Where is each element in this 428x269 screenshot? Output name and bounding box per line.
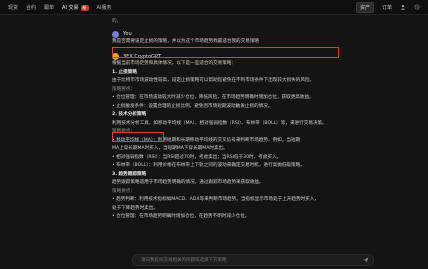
user-message: 我是否需要设定止损的策略，并以为这个市场趋势找最适合我的交易策略 xyxy=(112,38,260,44)
globe-icon[interactable] xyxy=(414,4,420,10)
section-line: 策略要点： xyxy=(112,86,135,92)
user-avatar xyxy=(112,30,119,38)
section-2-title-highlight xyxy=(112,132,164,142)
section-line: • 布林带（BOLL）：利用价格在布林带上下轨之间的波动来确定交易时机，进行高抛… xyxy=(112,163,305,168)
section-title: 1. 止损策略 xyxy=(112,69,137,75)
nav-spot[interactable]: 现货 xyxy=(8,4,18,11)
bot-intro: 根据当前市场走势和具体情况，以下是一些适合的交易策略： xyxy=(112,61,237,66)
user-message-header: You xyxy=(112,30,372,38)
user-message-highlight xyxy=(112,47,339,58)
user-icon[interactable] xyxy=(400,4,406,10)
bot-section-1: 1. 止损策略 由于比特币市场波动性较高，设定止损策略可以帮助您避免在不利市场条… xyxy=(112,69,372,112)
nav-ai-trading[interactable]: AI 交易新 xyxy=(62,4,89,11)
section-line: • 趋势判断：利用技术指标如MACD、ADX等来判断市场趋势。当指标显示市场处于… xyxy=(112,197,319,202)
chat-input[interactable] xyxy=(139,256,343,264)
user-name: You xyxy=(123,31,132,37)
section-line: • 止损触发条件：设置合理的止损比例，避免因市场短期波动触发止损的情况。 xyxy=(112,103,273,109)
section-line: 利用技术分析工具，如移动平均线（MA）、相对强弱指数（RSI）、布林带（BOLL… xyxy=(112,120,327,126)
new-badge: 新 xyxy=(80,4,89,11)
section-line: MA上穿长期MA时买入，当短期MA下穿长期MA时卖出。 xyxy=(112,146,228,151)
section-line: • 仓位管理：在市场趋势明确时增加仓位，在趋势不明时减少仓位。 xyxy=(112,214,250,219)
previous-message-tail: 的。 xyxy=(112,19,122,24)
section-line: 策略要点： xyxy=(112,188,135,194)
section-title: 2. 技术分析策略 xyxy=(112,112,147,117)
section-title: 3. 趋势跟踪策略 xyxy=(112,171,147,177)
nav-futures[interactable]: 合约 xyxy=(26,4,36,11)
nav-copy-trading[interactable]: 跟单 xyxy=(44,4,54,11)
bot-section-3: 3. 趋势跟踪策略 趋势跟踪策略适用于市场趋势明确的情况，通过跟踪市场趋势来获取… xyxy=(112,171,372,222)
chat-input-bar[interactable] xyxy=(132,254,374,266)
send-icon[interactable] xyxy=(363,257,369,263)
sidebar-rail xyxy=(0,15,24,269)
section-line: 由于比特币市场波动性较高，设定止损策略可以帮助您避免在不利市场条件下出现较大损失… xyxy=(112,78,315,83)
top-nav-bar: 现货 合约 跟单 AI 交易新 AI服务 资产 订单 xyxy=(0,0,428,15)
assets-button[interactable]: 资产 xyxy=(355,1,374,13)
orders-link[interactable]: 订单 xyxy=(382,4,392,11)
section-line: 处于下降趋势时卖出。 xyxy=(112,205,158,211)
section-line: • 相对强弱指数（RSI）：当RSI超过70时，考虑卖出；当RSI低于30时，考… xyxy=(112,154,282,160)
nav-ai-trading-label: AI 交易 xyxy=(62,4,79,11)
section-line: • 仓位管理：在市场波动较大时减少仓位，降低风险，在市场趋势明确时增加仓位，获取… xyxy=(112,95,314,100)
topbar-right: 资产 订单 xyxy=(355,1,428,13)
section-line: 趋势跟踪策略适用于市场趋势明确的情况，通过跟踪市场趋势来获取收益。 xyxy=(112,180,264,185)
nav-ai-service[interactable]: AI服务 xyxy=(97,4,112,11)
